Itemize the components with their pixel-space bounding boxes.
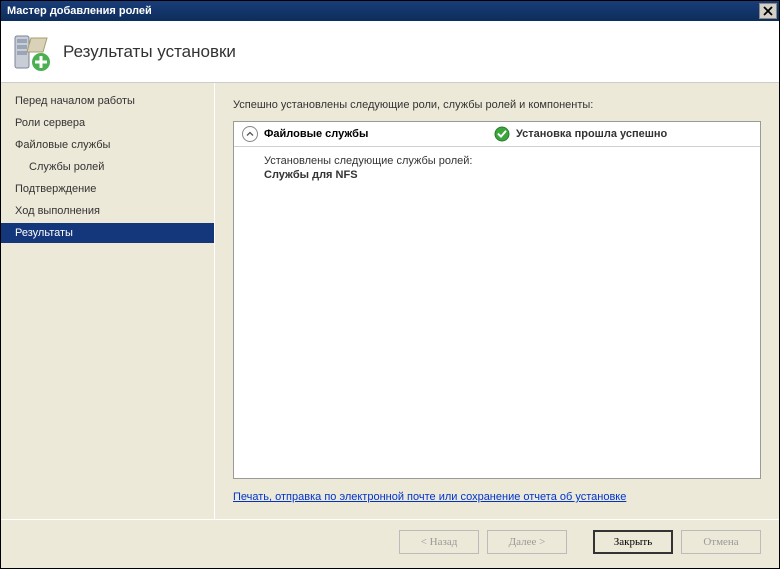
sidebar-item-progress[interactable]: Ход выполнения [1, 201, 214, 221]
installed-service: Службы для NFS [264, 169, 748, 181]
close-wizard-button[interactable]: Закрыть [593, 530, 673, 554]
sidebar-item-server-roles[interactable]: Роли сервера [1, 113, 214, 133]
close-button[interactable] [759, 3, 777, 19]
back-button: < Назад [399, 530, 479, 554]
footer: < Назад Далее > Закрыть Отмена [1, 519, 779, 568]
result-row-header: Файловые службы Установка прошла успешно [234, 122, 760, 147]
status-text: Установка прошла успешно [516, 128, 667, 140]
wizard-window: Мастер добавления ролей Результаты устан… [0, 0, 780, 569]
sidebar-item-role-services[interactable]: Службы ролей [1, 157, 214, 177]
header: Результаты установки [1, 21, 779, 83]
page-title: Результаты установки [63, 42, 236, 62]
next-button: Далее > [487, 530, 567, 554]
sidebar-item-before-you-begin[interactable]: Перед началом работы [1, 91, 214, 111]
result-body-text: Установлены следующие службы ролей: [264, 155, 748, 167]
report-link[interactable]: Печать, отправка по электронной почте ил… [233, 491, 761, 503]
success-icon [494, 126, 510, 142]
results-box: Файловые службы Установка прошла успешно… [233, 121, 761, 479]
close-icon [763, 6, 773, 16]
result-body: Установлены следующие службы ролей: Служ… [234, 147, 760, 189]
collapse-toggle[interactable] [242, 126, 258, 142]
window-title: Мастер добавления ролей [7, 5, 152, 17]
server-roles-icon [11, 32, 51, 72]
status: Установка прошла успешно [494, 126, 667, 142]
sidebar: Перед началом работы Роли сервера Файлов… [1, 83, 215, 519]
sidebar-item-results[interactable]: Результаты [1, 223, 214, 243]
titlebar: Мастер добавления ролей [1, 1, 779, 21]
chevron-up-icon [246, 130, 254, 138]
wizard-body: Перед началом работы Роли сервера Файлов… [1, 83, 779, 519]
cancel-button: Отмена [681, 530, 761, 554]
main-panel: Успешно установлены следующие роли, служ… [215, 83, 779, 519]
sidebar-item-confirmation[interactable]: Подтверждение [1, 179, 214, 199]
intro-text: Успешно установлены следующие роли, служ… [233, 99, 761, 111]
result-title: Файловые службы [264, 128, 494, 140]
sidebar-item-file-services[interactable]: Файловые службы [1, 135, 214, 155]
